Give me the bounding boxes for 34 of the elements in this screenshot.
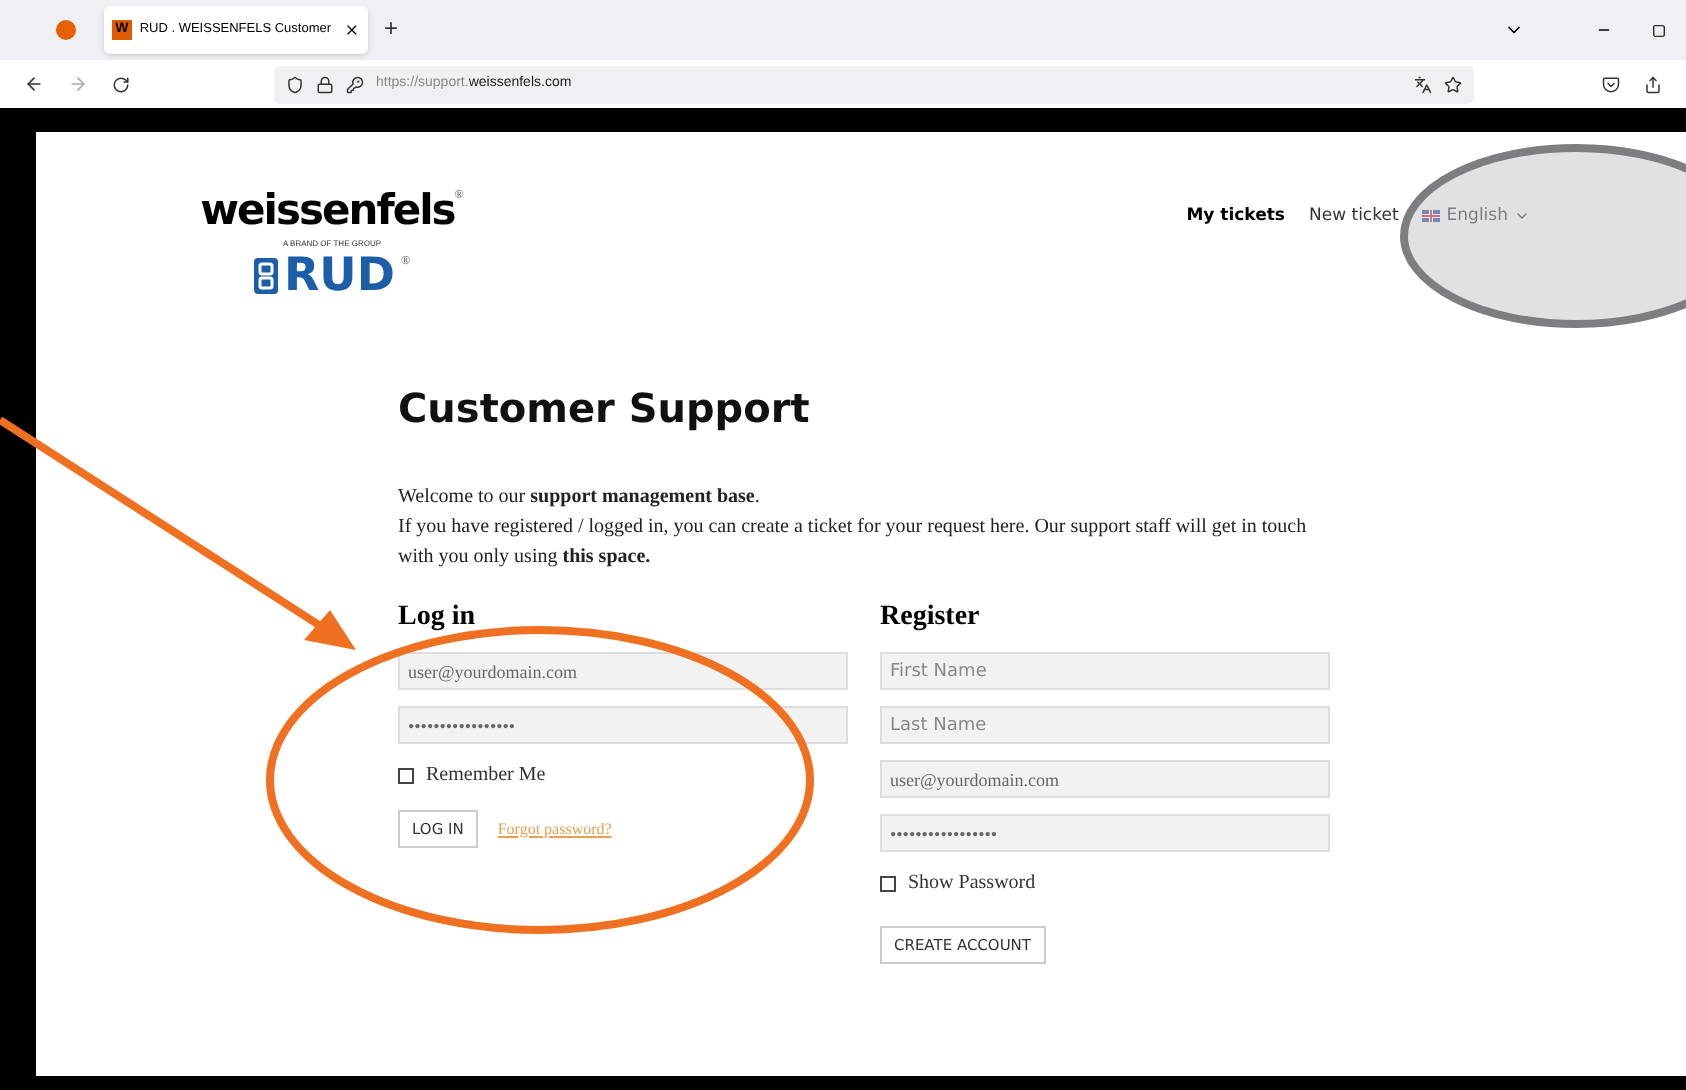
checkbox[interactable] (880, 875, 896, 891)
pocket-icon[interactable] (1602, 75, 1620, 93)
lock-icon (316, 75, 334, 93)
nav-link[interactable]: My tickets (1186, 204, 1285, 230)
maximize-icon[interactable] (1652, 24, 1666, 38)
chain-link-icon (253, 258, 278, 294)
nav-link[interactable]: New ticket (1309, 204, 1399, 230)
page-title: Customer Support (398, 382, 812, 436)
close-icon[interactable] (344, 22, 360, 38)
intro-text: Welcome to our support management base. (398, 484, 762, 512)
group-logo: RUD (283, 254, 395, 298)
login-heading: Log in (398, 600, 478, 636)
checkbox-label: Remember Me (426, 762, 546, 790)
input-field[interactable]: Last Name (880, 706, 1330, 744)
shield-icon (286, 75, 304, 93)
input-field[interactable]: user@yourdomain.com (398, 652, 848, 690)
share-icon[interactable] (1644, 75, 1662, 93)
back-icon[interactable] (24, 74, 44, 94)
checkbox[interactable] (398, 767, 414, 783)
input-field[interactable]: ••••••••••••••••• (398, 706, 848, 744)
input-field[interactable]: First Name (880, 652, 1330, 690)
bookmark-star-icon[interactable] (1444, 75, 1462, 93)
input-field[interactable]: user@yourdomain.com (880, 760, 1330, 798)
checkbox-label: Show Password (908, 870, 1036, 898)
key-icon (346, 75, 364, 93)
translate-icon[interactable] (1414, 75, 1432, 93)
register-heading: Register (880, 600, 982, 636)
new-tab-button[interactable]: + (384, 10, 399, 46)
input-field[interactable]: ••••••••••••••••• (880, 814, 1330, 852)
intro-text: If you have registered / logged in, you can create a ticket for your request here. Our support staff will get in touch with you only using this space. (398, 514, 1309, 572)
browser-logo-icon[interactable] (56, 20, 76, 40)
flag-icon (1422, 210, 1441, 223)
reload-icon[interactable] (112, 75, 130, 93)
brand-logo: weissenfels (200, 188, 455, 232)
